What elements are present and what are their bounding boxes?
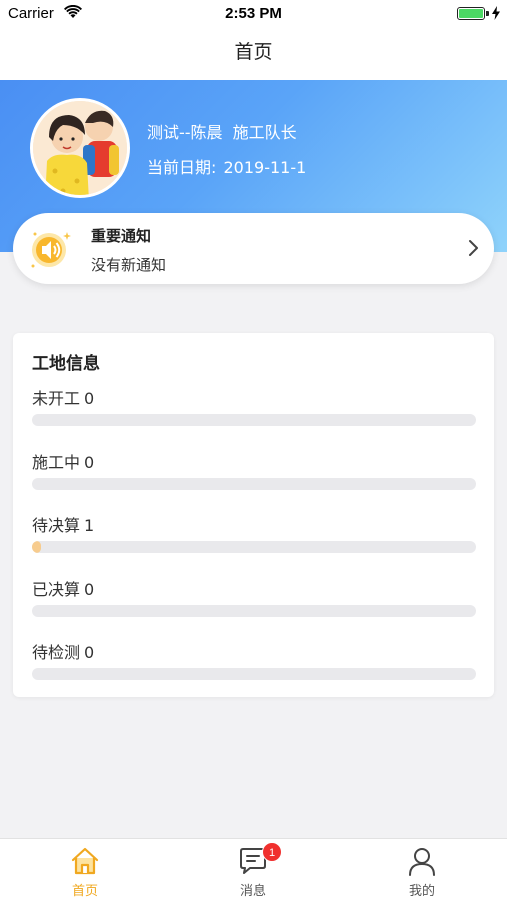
notice-text: 没有新通知 bbox=[91, 256, 167, 274]
tab-label: 首页 bbox=[71, 884, 98, 899]
progress-track bbox=[32, 541, 476, 553]
status-time: 2:53 PM bbox=[225, 5, 282, 22]
progress-track bbox=[32, 605, 476, 617]
battery-cap bbox=[486, 11, 489, 16]
site-info-title: 工地信息 bbox=[32, 354, 100, 374]
progress-track bbox=[32, 478, 476, 490]
stat-label-text: 待检测 bbox=[32, 643, 81, 662]
important-notice-card[interactable]: 重要通知 没有新通知 bbox=[13, 213, 494, 284]
date-value: 2019-11-1 bbox=[223, 158, 307, 177]
stat-label-text: 已决算 bbox=[32, 580, 81, 599]
stat-count: 0 bbox=[84, 453, 95, 472]
stat-label: 待检测 0 bbox=[32, 639, 476, 663]
stat-count: 1 bbox=[84, 516, 95, 535]
stat-count: 0 bbox=[84, 389, 95, 408]
speaker-icon bbox=[31, 232, 71, 268]
charging-icon bbox=[492, 6, 500, 20]
date-label: 当前日期: bbox=[147, 158, 217, 177]
progress-track bbox=[32, 414, 476, 426]
tab-messages[interactable]: 消息 1 bbox=[213, 842, 293, 899]
battery-icon bbox=[457, 7, 485, 20]
progress-fill bbox=[32, 541, 41, 553]
navigation-bar: 首页 bbox=[0, 28, 507, 80]
stat-pending-settlement[interactable]: 待决算 1 bbox=[32, 512, 476, 562]
stat-not-started[interactable]: 未开工 0 bbox=[32, 385, 476, 435]
user-name: 测试--陈晨 bbox=[147, 123, 223, 142]
site-info-card: 工地信息 未开工 0 施工中 0 待决算 1 已决算 0 待检测 0 bbox=[13, 333, 494, 697]
user-info: 测试--陈晨 施工队长 bbox=[147, 119, 297, 143]
notice-title: 重要通知 bbox=[91, 227, 152, 245]
stat-label-text: 待决算 bbox=[32, 516, 81, 535]
tab-label: 我的 bbox=[408, 884, 435, 899]
stat-label: 待决算 1 bbox=[32, 512, 476, 536]
stat-label: 已决算 0 bbox=[32, 576, 476, 600]
current-date: 当前日期: 2019-11-1 bbox=[147, 154, 306, 178]
status-bar: Carrier 2:53 PM bbox=[0, 0, 507, 28]
stat-in-progress[interactable]: 施工中 0 bbox=[32, 449, 476, 499]
page-title: 首页 bbox=[234, 41, 273, 63]
home-icon bbox=[71, 847, 99, 875]
user-icon bbox=[409, 848, 435, 876]
stat-pending-inspection[interactable]: 待检测 0 bbox=[32, 639, 476, 689]
tab-label: 消息 bbox=[239, 884, 266, 899]
stat-label: 施工中 0 bbox=[32, 449, 476, 473]
avatar[interactable] bbox=[30, 98, 130, 198]
unread-badge: 1 bbox=[262, 842, 282, 862]
chevron-right-icon bbox=[469, 240, 478, 256]
stat-label-text: 施工中 bbox=[32, 453, 81, 472]
stat-settled[interactable]: 已决算 0 bbox=[32, 576, 476, 626]
tab-home[interactable]: 首页 bbox=[45, 845, 125, 899]
stat-count: 0 bbox=[84, 580, 95, 599]
user-role: 施工队长 bbox=[232, 123, 297, 142]
tab-bar: 首页 消息 1 我的 bbox=[0, 838, 507, 900]
avatar-illustration bbox=[33, 101, 127, 195]
stat-label: 未开工 0 bbox=[32, 385, 476, 409]
stat-count: 0 bbox=[84, 643, 95, 662]
tab-profile[interactable]: 我的 bbox=[382, 845, 462, 899]
progress-track bbox=[32, 668, 476, 680]
stat-label-text: 未开工 bbox=[32, 389, 81, 408]
